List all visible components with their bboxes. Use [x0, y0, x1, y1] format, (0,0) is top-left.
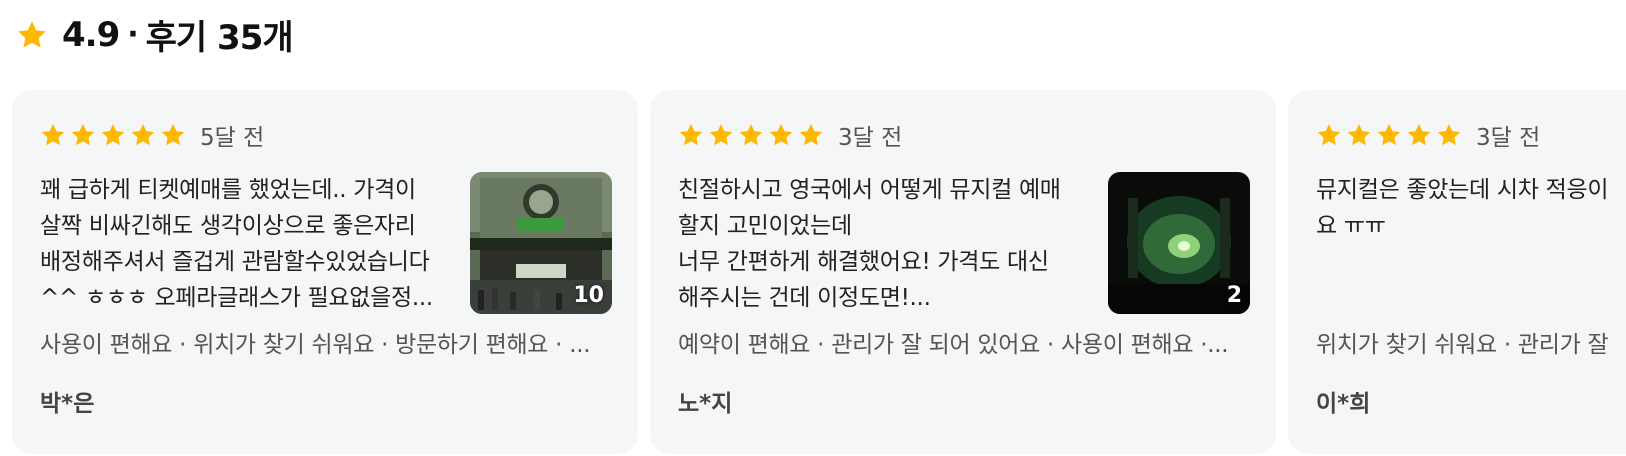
photo-count: 2: [1226, 283, 1242, 308]
star-icon: [798, 122, 828, 148]
review-date: 3달 전: [838, 125, 903, 151]
rating-summary: 4.9 · 후기 35개: [16, 10, 294, 59]
star-icon: [100, 122, 130, 148]
star-icon: [70, 122, 100, 148]
star-icon: [768, 122, 798, 148]
star-icon: [1406, 122, 1436, 148]
review-card[interactable]: 5달 전 꽤 급하게 티켓예매를 했었는데.. 가격이 살짝 비싸긴해도 생각이…: [12, 90, 638, 454]
star-rating: 3달 전: [1316, 118, 1540, 152]
star-icon: [1376, 122, 1406, 148]
star-icon: [738, 122, 768, 148]
review-tags: 예약이 편해요 · 관리가 잘 되어 있어요 · 사용이 편해요 ·...: [678, 332, 1229, 358]
review-date: 5달 전: [200, 125, 265, 151]
photo-count: 10: [573, 283, 604, 308]
review-text[interactable]: 뮤지컬은 좋았는데 시차 적응이 요 ㅠㅠ: [1316, 172, 1626, 244]
average-rating: 4.9: [62, 14, 120, 55]
star-icon: [1346, 122, 1376, 148]
separator: ·: [127, 17, 138, 52]
review-text[interactable]: 친절하시고 영국에서 어떻게 뮤지컬 예매 할지 고민이었는데 너무 간편하게 …: [678, 172, 1094, 316]
review-carousel[interactable]: 5달 전 꽤 급하게 티켓예매를 했었는데.. 가격이 살짝 비싸긴해도 생각이…: [12, 90, 1626, 456]
star-icon: [708, 122, 738, 148]
review-date: 3달 전: [1476, 125, 1541, 151]
review-tags: 위치가 찾기 쉬워요 · 관리가 잘: [1316, 332, 1609, 358]
review-text[interactable]: 꽤 급하게 티켓예매를 했었는데.. 가격이 살짝 비싸긴해도 생각이상으로 좋…: [40, 172, 456, 316]
star-icon: [1316, 122, 1346, 148]
star-icon: [40, 122, 70, 148]
star-icon: [1436, 122, 1466, 148]
review-photo[interactable]: 10: [470, 172, 612, 314]
review-tags: 사용이 편해요 · 위치가 찾기 쉬워요 · 방문하기 편해요 · ...: [40, 332, 591, 358]
reviewer-name: 이*희: [1316, 391, 1371, 417]
star-icon: [678, 122, 708, 148]
review-card[interactable]: 3달 전 친절하시고 영국에서 어떻게 뮤지컬 예매 할지 고민이었는데 너무 …: [650, 90, 1276, 454]
star-icon: [160, 122, 190, 148]
star-icon: [130, 122, 160, 148]
star-rating: 5달 전: [40, 118, 264, 152]
star-rating: 3달 전: [678, 118, 902, 152]
reviewer-name: 노*지: [678, 391, 733, 417]
review-photo[interactable]: 2: [1108, 172, 1250, 314]
reviewer-name: 박*은: [40, 391, 95, 417]
star-icon: [16, 19, 48, 51]
review-card[interactable]: 3달 전 뮤지컬은 좋았는데 시차 적응이 요 ㅠㅠ 위치가 찾기 쉬워요 · …: [1288, 90, 1626, 454]
review-count: 후기 35개: [145, 18, 294, 58]
